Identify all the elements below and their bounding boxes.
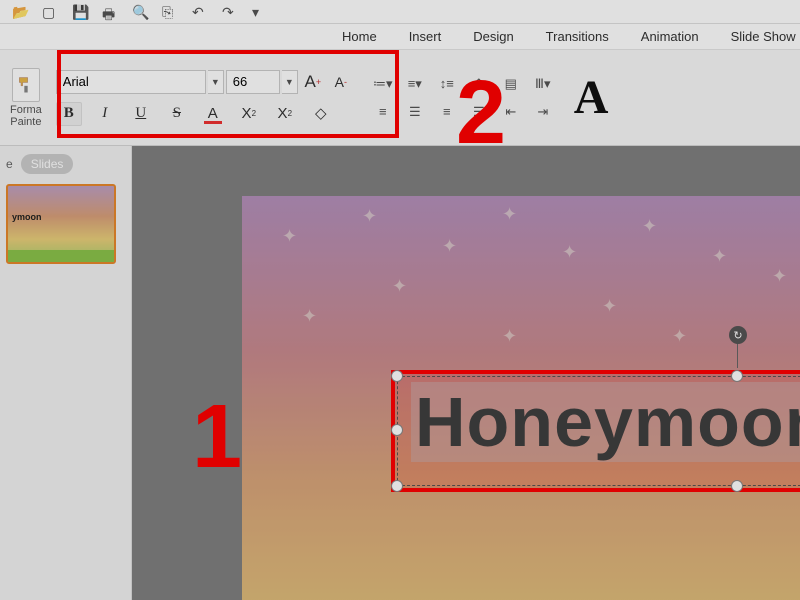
font-group: ▼ ▼ A+ A- B I U S A X2 X2 ◇	[48, 64, 362, 132]
clear-format-button[interactable]: ◇	[308, 102, 334, 126]
align-center-button[interactable]: ☰	[404, 102, 426, 122]
slides-panel: e Slides ymoon	[0, 146, 132, 600]
format-painter-label1: Forma	[10, 104, 42, 116]
thumb-grass	[8, 250, 114, 262]
star-icon: ✦	[642, 216, 657, 237]
star-icon: ✦	[502, 326, 517, 347]
font-size-dropdown-icon[interactable]: ▼	[282, 70, 298, 94]
quick-access-toolbar: 📂 ▢ 💾 🖶 🔍 ⎘ ↶ ↷ ▾	[0, 0, 800, 24]
star-icon: ✦	[562, 242, 577, 263]
title-text[interactable]: Honeymoon	[411, 382, 800, 462]
star-icon: ✦	[602, 296, 617, 317]
title-textbox[interactable]: ↻ Honeymoon	[397, 376, 800, 486]
subscript-button[interactable]: X2	[272, 102, 298, 126]
slide-thumbnail-1[interactable]: ymoon	[6, 184, 116, 264]
star-icon: ✦	[282, 226, 297, 247]
export-icon[interactable]: ⎘	[162, 4, 178, 20]
canvas-area[interactable]: ✦ ✦ ✦ ✦ ✦ ✦ ✦ ✦ ✦ ✦ ✦ ✦ ✦ ↻ Honeymoon	[132, 146, 800, 600]
redo-icon[interactable]: ↷	[222, 4, 238, 20]
bold-button[interactable]: B	[56, 102, 82, 126]
star-icon: ✦	[672, 326, 687, 347]
resize-handle-ml[interactable]	[391, 424, 403, 436]
resize-handle-tl[interactable]	[391, 370, 403, 382]
font-name-input[interactable]	[56, 70, 206, 94]
qat-more-icon[interactable]: ▾	[252, 4, 268, 20]
thumb-title: ymoon	[12, 212, 42, 222]
star-icon: ✦	[712, 246, 727, 267]
rotate-handle[interactable]: ↻	[729, 326, 747, 344]
text-styles-icon[interactable]: A	[574, 70, 609, 125]
save-icon[interactable]: 💾	[72, 4, 88, 20]
tab-animation[interactable]: Animation	[639, 25, 701, 48]
resize-handle-bm[interactable]	[731, 480, 743, 492]
resize-handle-bl[interactable]	[391, 480, 403, 492]
workspace: e Slides ymoon ✦ ✦ ✦ ✦ ✦ ✦ ✦ ✦ ✦ ✦ ✦ ✦ ✦	[0, 146, 800, 600]
shrink-font-button[interactable]: A-	[328, 70, 354, 94]
font-color-button[interactable]: A	[200, 102, 226, 126]
align-left-button[interactable]: ≡	[372, 102, 394, 122]
superscript-button[interactable]: X2	[236, 102, 262, 126]
bullets-button[interactable]: ≔▾	[372, 74, 394, 94]
tab-design[interactable]: Design	[471, 25, 515, 48]
font-size-input[interactable]	[226, 70, 280, 94]
slide-canvas[interactable]: ✦ ✦ ✦ ✦ ✦ ✦ ✦ ✦ ✦ ✦ ✦ ✦ ✦ ↻ Honeymoon	[242, 196, 800, 600]
tab-home[interactable]: Home	[340, 25, 379, 48]
tab-transitions[interactable]: Transitions	[544, 25, 611, 48]
new-icon[interactable]: ▢	[42, 4, 58, 20]
resize-handle-tm[interactable]	[731, 370, 743, 382]
outline-tab-fragment[interactable]: e	[6, 157, 13, 171]
undo-icon[interactable]: ↶	[192, 4, 208, 20]
font-name-dropdown-icon[interactable]: ▼	[208, 70, 224, 94]
star-icon: ✦	[502, 204, 517, 225]
format-painter-label2: Painte	[10, 116, 41, 128]
print-preview-icon[interactable]: 🔍	[132, 4, 148, 20]
star-icon: ✦	[442, 236, 457, 257]
increase-indent-button[interactable]: ⇥	[532, 102, 554, 122]
star-icon: ✦	[392, 276, 407, 297]
tab-slideshow[interactable]: Slide Show	[729, 25, 798, 48]
tab-insert[interactable]: Insert	[407, 25, 444, 48]
italic-button[interactable]: I	[92, 102, 118, 126]
format-painter-group[interactable]: Forma Painte	[10, 68, 42, 128]
linespacing-button[interactable]: ↕≡	[436, 74, 458, 94]
open-icon[interactable]: 📂	[12, 4, 28, 20]
ribbon: Forma Painte ▼ ▼ A+ A- B I U S A X2 X2 ◇…	[0, 50, 800, 146]
slides-tab-pill[interactable]: Slides	[21, 154, 74, 174]
star-icon: ✦	[772, 266, 787, 287]
star-icon: ✦	[362, 206, 377, 227]
underline-button[interactable]: U	[128, 102, 154, 126]
star-icon: ✦	[302, 306, 317, 327]
strikethrough-button[interactable]: S	[164, 102, 190, 126]
print-icon[interactable]: 🖶	[102, 4, 118, 20]
text-direction-button[interactable]: Ⅲ▾	[532, 74, 554, 94]
align-right-button[interactable]: ≡	[436, 102, 458, 122]
menu-bar: Home Insert Design Transitions Animation…	[0, 24, 800, 50]
grow-font-button[interactable]: A+	[300, 70, 326, 94]
annotation-number-1: 1	[192, 386, 242, 489]
numbering-button[interactable]: ≡▾	[404, 74, 426, 94]
format-painter-icon[interactable]	[12, 68, 40, 102]
annotation-number-2: 2	[456, 62, 506, 165]
